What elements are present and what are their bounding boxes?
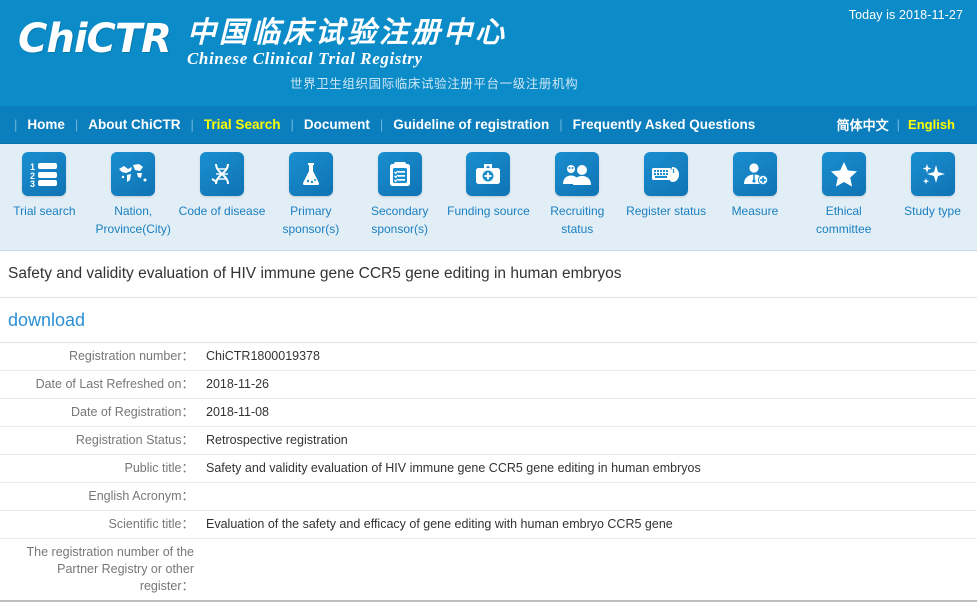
- svg-text:3: 3: [30, 179, 35, 187]
- sparkles-icon: [910, 152, 955, 196]
- quick-search-icon-band: 1 2 3 Trial search Nation, Province(City…: [0, 144, 977, 251]
- row-label: English Acronym：: [88, 489, 194, 503]
- table-row: Public title： Safety and validity evalua…: [0, 455, 977, 483]
- table-row: Registration number： ChiCTR1800019378: [0, 343, 977, 371]
- row-label: Scientific title：: [108, 517, 194, 531]
- row-label: The registration number of the Partner R…: [26, 545, 194, 593]
- icon-cell-code-of-disease[interactable]: Code of disease: [178, 152, 266, 220]
- table-row-applicant-study-leader: Applicant： QIN JINZHOU Study leader： He …: [0, 601, 977, 609]
- nav-item-trial-search[interactable]: Trial Search: [194, 117, 291, 132]
- row-value: Safety and validity evaluation of HIV im…: [206, 461, 701, 475]
- download-link[interactable]: download: [8, 310, 85, 331]
- nav-item-document[interactable]: Document: [294, 117, 380, 132]
- row-value: [198, 539, 977, 602]
- icon-label: Recruiting status: [550, 204, 605, 236]
- icon-label: Trial search: [13, 204, 76, 218]
- nav-item-guideline-of-registration[interactable]: Guideline of registration: [383, 117, 559, 132]
- icon-cell-nation-province-city[interactable]: Nation, Province(City): [89, 152, 177, 238]
- row-label: Registration number：: [68, 349, 194, 363]
- row-value: 2018-11-08: [206, 405, 270, 419]
- row-value: Retrospective registration: [206, 433, 348, 447]
- page-title: Safety and validity evaluation of HIV im…: [0, 251, 977, 298]
- icon-label: Ethical committee: [816, 204, 872, 236]
- row-label: Public title：: [124, 461, 194, 475]
- download-bar: download: [0, 298, 977, 343]
- row-label: Date of Last Refreshed on：: [35, 377, 194, 391]
- world-map-icon: [111, 152, 156, 196]
- language-switcher: 简体中文 | English: [829, 115, 963, 134]
- main-navigation: | Home | About ChiCTR | Trial Search | D…: [0, 106, 977, 144]
- icon-cell-recruiting-status[interactable]: Recruiting status: [533, 152, 621, 238]
- dna-helix-icon: [200, 152, 245, 196]
- icon-cell-funding-source[interactable]: Funding source: [444, 152, 532, 220]
- icon-cell-measure[interactable]: Measure: [711, 152, 799, 220]
- today-date: Today is 2018-11-27: [848, 8, 963, 22]
- row-value: 2018-11-26: [206, 377, 270, 391]
- row-label: Date of Registration：: [71, 405, 194, 419]
- star-icon: [821, 152, 866, 196]
- lang-item-english[interactable]: English: [900, 117, 963, 132]
- icon-label: Measure: [731, 204, 779, 218]
- doctor-add-icon: [732, 152, 777, 196]
- row-label: Registration Status：: [75, 433, 194, 447]
- icon-cell-ethical-committee[interactable]: Ethical committee: [800, 152, 888, 238]
- row-value: [198, 483, 977, 511]
- table-row: Registration Status： Retrospective regis…: [0, 427, 977, 455]
- site-logo[interactable]: ChiCTR 中国临床试验注册中心 Chinese Clinical Trial…: [18, 14, 507, 69]
- icon-label: Funding source: [447, 204, 530, 218]
- icon-label: Secondary sponsor(s): [370, 204, 429, 236]
- clipboard-checklist-icon: [377, 152, 422, 196]
- lang-item-simplified-chinese[interactable]: 简体中文: [829, 115, 897, 134]
- logo-english-name: Chinese Clinical Trial Registry: [186, 49, 423, 68]
- nav-item-home[interactable]: Home: [17, 117, 75, 132]
- row-value: Evaluation of the safety and efficacy of…: [206, 517, 673, 531]
- numbered-list-icon: 1 2 3: [22, 152, 67, 196]
- row-value: ChiCTR1800019378: [206, 349, 320, 363]
- people-group-icon: [555, 152, 600, 196]
- icon-cell-primary-sponsors[interactable]: Primary sponsor(s): [267, 152, 355, 238]
- keyboard-mouse-icon: [644, 152, 689, 196]
- icon-label: Study type: [904, 204, 961, 218]
- nav-item-about-chictr[interactable]: About ChiCTR: [78, 117, 190, 132]
- table-row: Date of Registration： 2018-11-08: [0, 399, 977, 427]
- applicant-value: QIN JINZHOU Study leader： He Jiankui: [198, 601, 977, 609]
- table-row: Scientific title： Evaluation of the safe…: [0, 511, 977, 539]
- icon-label: Register status: [626, 204, 707, 218]
- table-row: Date of Last Refreshed on： 2018-11-26: [0, 371, 977, 399]
- medical-briefcase-icon: [466, 152, 511, 196]
- icon-label: Primary sponsor(s): [282, 204, 340, 236]
- icon-label: Code of disease: [178, 204, 266, 218]
- icon-cell-secondary-sponsors[interactable]: Secondary sponsor(s): [356, 152, 444, 238]
- site-header: Today is 2018-11-27 ChiCTR 中国临床试验注册中心 Ch…: [0, 0, 977, 106]
- flask-icon: [288, 152, 333, 196]
- table-row: English Acronym：: [0, 483, 977, 511]
- icon-cell-study-type[interactable]: Study type: [889, 152, 977, 220]
- trial-detail-table: Registration number： ChiCTR1800019378 Da…: [0, 343, 977, 609]
- table-row: The registration number of the Partner R…: [0, 539, 977, 602]
- logo-wordmark: ChiCTR: [18, 16, 172, 62]
- applicant-label: Applicant：: [0, 601, 198, 609]
- nav-item-faq[interactable]: Frequently Asked Questions: [563, 117, 766, 132]
- logo-chinese-name: 中国临床试验注册中心: [186, 15, 507, 49]
- logo-subtitle: 世界卫生组织国际临床试验注册平台一级注册机构: [290, 77, 579, 91]
- icon-cell-trial-search[interactable]: 1 2 3 Trial search: [0, 152, 88, 220]
- icon-cell-register-status[interactable]: Register status: [622, 152, 710, 220]
- icon-label: Nation, Province(City): [95, 204, 171, 236]
